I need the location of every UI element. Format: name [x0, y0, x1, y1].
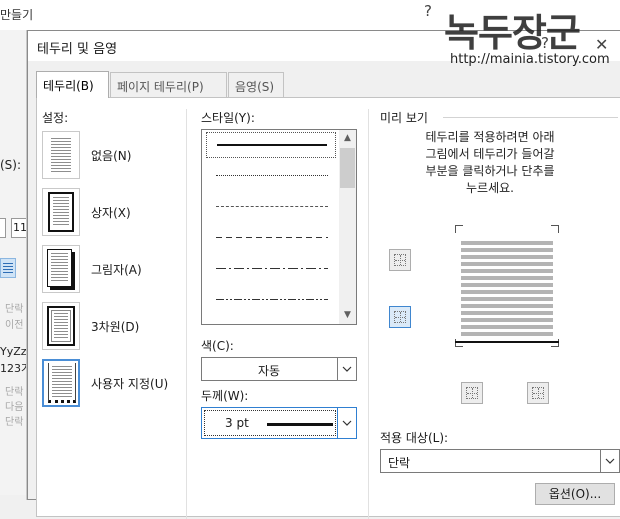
line-style-dashed-fine[interactable] — [206, 196, 336, 218]
right-border-button[interactable] — [527, 382, 549, 404]
tab-borders[interactable]: 테두리(B) — [36, 71, 109, 98]
line-style-dashed[interactable] — [206, 227, 336, 249]
preview-label: 미리 보기 — [380, 111, 428, 125]
style-scrollbar[interactable]: ▲ ▼ — [339, 130, 356, 324]
setting-label: 설정: — [42, 111, 69, 125]
corner-mark — [551, 225, 559, 233]
width-line-sample — [267, 423, 333, 426]
divider — [186, 109, 187, 519]
background-label-s: (S): — [0, 158, 22, 172]
preview-page[interactable] — [455, 225, 559, 347]
setting-shadow[interactable]: 그림자(A) — [42, 245, 202, 295]
scroll-up-icon[interactable]: ▲ — [339, 130, 356, 147]
color-label: 색(C): — [201, 339, 234, 353]
preview-rule — [443, 117, 618, 118]
options-button[interactable]: 옵션(O)... — [535, 483, 615, 505]
tab-page-borders[interactable]: 페이지 테두리(P) — [110, 72, 227, 97]
color-value: 자동 — [257, 364, 281, 378]
preview-bottom-border[interactable] — [455, 341, 559, 343]
apply-to-label: 적용 대상(L): — [380, 431, 449, 445]
setting-none-label: 없음(N) — [91, 149, 132, 163]
bottom-border-icon — [394, 311, 406, 323]
setting-shadow-label: 그림자(A) — [91, 263, 142, 277]
width-value: 3 pt — [225, 416, 249, 430]
scroll-thumb[interactable] — [340, 148, 355, 188]
scroll-down-icon[interactable]: ▼ — [339, 307, 356, 324]
setting-box-label: 상자(X) — [91, 206, 131, 220]
setting-shadow-icon — [42, 245, 80, 293]
setting-3d[interactable]: 3차원(D) — [42, 302, 202, 352]
apply-to-value: 단락 — [388, 456, 411, 470]
background-help-icon[interactable]: ? — [424, 2, 432, 20]
right-border-icon — [532, 387, 544, 399]
left-border-icon — [466, 387, 478, 399]
setting-custom[interactable]: 사용자 지정(U) — [42, 359, 202, 409]
watermark-title: 녹두장군 — [444, 10, 581, 55]
line-style-dash-dot-dot[interactable] — [206, 289, 336, 311]
left-border-button[interactable] — [461, 382, 483, 404]
background-text: YyZz — [0, 345, 27, 358]
setting-custom-icon — [42, 359, 80, 407]
setting-custom-label: 사용자 지정(U) — [91, 377, 169, 391]
style-label: 스타일(Y): — [201, 111, 255, 125]
setting-box-icon — [42, 188, 80, 236]
preview-text-lines — [461, 241, 553, 337]
corner-mark — [455, 225, 463, 233]
background-field[interactable] — [0, 218, 6, 238]
bottom-border-button[interactable] — [389, 306, 411, 328]
setting-3d-label: 3차원(D) — [91, 320, 140, 334]
apply-to-dropdown[interactable]: 단락 — [380, 449, 620, 473]
line-style-solid[interactable] — [206, 132, 336, 158]
width-selected-item: 3 pt — [204, 410, 336, 436]
style-listbox[interactable]: ▲ ▼ — [201, 129, 357, 325]
preview-instructions: 테두리를 적용하려면 아래 그림에서 테두리가 들어갈 부분을 클릭하거나 단추… — [425, 130, 555, 195]
background-title: 만들기 — [0, 8, 34, 22]
chevron-down-icon[interactable] — [600, 450, 619, 472]
background-text: 단락 — [5, 417, 24, 428]
borders-shading-dialog: 테두리 및 음영 ? ✕ 테두리(B) 페이지 테두리(P) 음영(S) 설정:… — [27, 30, 620, 519]
background-text: 이전 — [5, 320, 24, 331]
line-style-dotted[interactable] — [206, 165, 336, 187]
line-style-dash-dot[interactable] — [206, 258, 336, 280]
top-border-icon — [394, 254, 406, 266]
chevron-down-icon[interactable] — [337, 358, 356, 380]
background-text: 다음 — [5, 402, 24, 413]
background-text: 단락 — [5, 304, 24, 315]
width-dropdown[interactable]: 3 pt — [201, 407, 357, 439]
watermark-url: http://mainia.tistory.com — [450, 52, 610, 67]
background-text: 단락 — [5, 387, 24, 398]
divider — [368, 109, 369, 519]
watermark: 녹두장군 http://mainia.tistory.com — [440, 2, 620, 72]
setting-none[interactable]: 없음(N) — [42, 131, 202, 181]
top-border-button[interactable] — [389, 249, 411, 271]
setting-box[interactable]: 상자(X) — [42, 188, 202, 238]
tab-shading[interactable]: 음영(S) — [228, 72, 284, 97]
setting-none-icon — [42, 131, 80, 179]
setting-3d-icon — [42, 302, 80, 350]
width-label: 두께(W): — [201, 389, 249, 403]
color-dropdown[interactable]: 자동 — [201, 357, 357, 381]
dialog-title: 테두리 및 음영 — [37, 42, 118, 57]
align-icon[interactable] — [0, 258, 16, 278]
chevron-down-icon[interactable] — [337, 408, 356, 438]
